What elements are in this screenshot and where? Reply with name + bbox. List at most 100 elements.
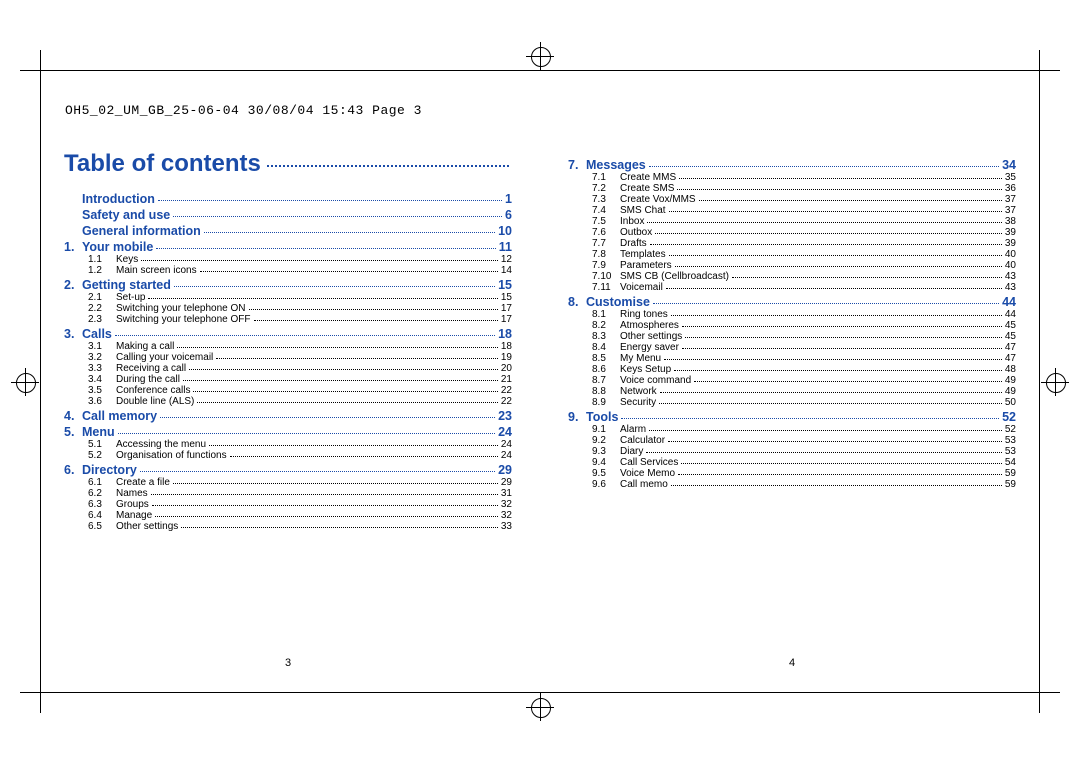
subsection-label: Receiving a call [116,363,186,374]
toc-subsection: 5.2 Organisation of functions 24 [64,450,512,461]
section-label: Menu [82,425,115,439]
subsection-label: Double line (ALS) [116,396,194,407]
register-mark-top [526,42,554,70]
crop-tick [1039,50,1040,70]
subsection-page: 50 [1005,397,1016,408]
toc-subsection: 9.6 Call memo 59 [568,479,1016,490]
subsection-number: 9.1 [592,424,620,435]
subsection-number: 3.1 [88,341,116,352]
subsection-number: 6.5 [88,521,116,532]
subsection-number: 8.3 [592,331,620,342]
subsection-label: Voice command [620,375,691,386]
toc-subsection: 9.2 Calculator 53 [568,435,1016,446]
section-label: Getting started [82,278,171,292]
crop-tick [20,692,40,693]
toc-section: 2. Getting started 15 [64,278,512,292]
subsection-label: Templates [620,249,666,260]
page-number-left: 3 [64,657,512,669]
toc-section: 1. Your mobile 11 [64,240,512,254]
toc-subsection: 1.2 Main screen icons 14 [64,265,512,276]
subsection-number: 1.1 [88,254,116,265]
toc-title-text: Table of contents [64,150,261,178]
toc-subsection: 6.5 Other settings 33 [64,521,512,532]
subsection-number: 7.10 [592,271,620,282]
subsection-page: 39 [1005,238,1016,249]
subsection-page: 20 [501,363,512,374]
page-spread: Table of contents Introduction 1 Safety … [64,150,1016,633]
subsection-number: 5.1 [88,439,116,450]
subsection-label: Switching your telephone OFF [116,314,251,325]
subsection-page: 17 [501,303,512,314]
subsection-label: Create Vox/MMS [620,194,696,205]
subsection-number: 7.3 [592,194,620,205]
toc-subsection: 7.1 Create MMS 35 [568,172,1016,183]
section-page: 52 [1002,410,1016,424]
subsection-page: 21 [501,374,512,385]
toc-subsection: 7.2 Create SMS 36 [568,183,1016,194]
subsection-number: 3.6 [88,396,116,407]
crop-tick [40,50,41,70]
section-number: 8. [568,295,586,309]
toc-subsection: 9.5 Voice Memo 59 [568,468,1016,479]
subsection-label: Manage [116,510,152,521]
toc-subsection: 1.1 Keys 12 [64,254,512,265]
toc-subsection: 8.4 Energy saver 47 [568,342,1016,353]
crop-tick [1040,692,1060,693]
subsection-label: Calculator [620,435,665,446]
subsection-label: Other settings [116,521,178,532]
toc-subsection: 3.6 Double line (ALS) 22 [64,396,512,407]
subsection-label: Groups [116,499,149,510]
toc-section: 4. Call memory 23 [64,409,512,423]
subsection-number: 6.3 [88,499,116,510]
subsection-page: 44 [1005,309,1016,320]
section-label: Call memory [82,409,157,423]
toc-subsection: 7.7 Drafts 39 [568,238,1016,249]
subsection-label: Create MMS [620,172,676,183]
subsection-number: 8.1 [592,309,620,320]
subsection-number: 8.5 [592,353,620,364]
subsection-number: 7.8 [592,249,620,260]
subsection-number: 9.2 [592,435,620,446]
section-label: Calls [82,327,112,341]
subsection-page: 37 [1005,194,1016,205]
subsection-label: Organisation of functions [116,450,227,461]
toc-subsection: 7.3 Create Vox/MMS 37 [568,194,1016,205]
subsection-page: 53 [1005,435,1016,446]
subsection-page: 40 [1005,260,1016,271]
subsection-label: Create SMS [620,183,674,194]
subsection-page: 59 [1005,468,1016,479]
toc-subsection: 7.11 Voicemail 43 [568,282,1016,293]
subsection-page: 31 [501,488,512,499]
section-number: 6. [64,463,82,477]
subsection-page: 45 [1005,331,1016,342]
toc-subsection: 2.2 Switching your telephone ON 17 [64,303,512,314]
subsection-label: Keys [116,254,138,265]
subsection-number: 7.6 [592,227,620,238]
toc-subsection: 8.8 Network 49 [568,386,1016,397]
subsection-label: Voicemail [620,282,663,293]
crop-tick [1040,70,1060,71]
subsection-label: Atmospheres [620,320,679,331]
toc-subsection: 9.3 Diary 53 [568,446,1016,457]
toc-section: 8. Customise 44 [568,295,1016,309]
section-number: 9. [568,410,586,424]
toc-subsection: 8.3 Other settings 45 [568,331,1016,342]
subsection-number: 7.5 [592,216,620,227]
subsection-label: Call memo [620,479,668,490]
toc-subsection: 8.1 Ring tones 44 [568,309,1016,320]
section-number: 3. [64,327,82,341]
section-number: 7. [568,158,586,172]
subsection-number: 3.5 [88,385,116,396]
subsection-label: Alarm [620,424,646,435]
subsection-page: 19 [501,352,512,363]
subsection-label: Diary [620,446,643,457]
toc-title: Table of contents [64,150,512,178]
section-label: Safety and use [82,208,170,222]
toc-subsection: 9.4 Call Services 54 [568,457,1016,468]
subsection-page: 52 [1005,424,1016,435]
subsection-label: Conference calls [116,385,190,396]
subsection-label: Other settings [620,331,682,342]
subsection-number: 6.4 [88,510,116,521]
subsection-number: 8.2 [592,320,620,331]
toc-subsection: 3.2 Calling your voicemail 19 [64,352,512,363]
